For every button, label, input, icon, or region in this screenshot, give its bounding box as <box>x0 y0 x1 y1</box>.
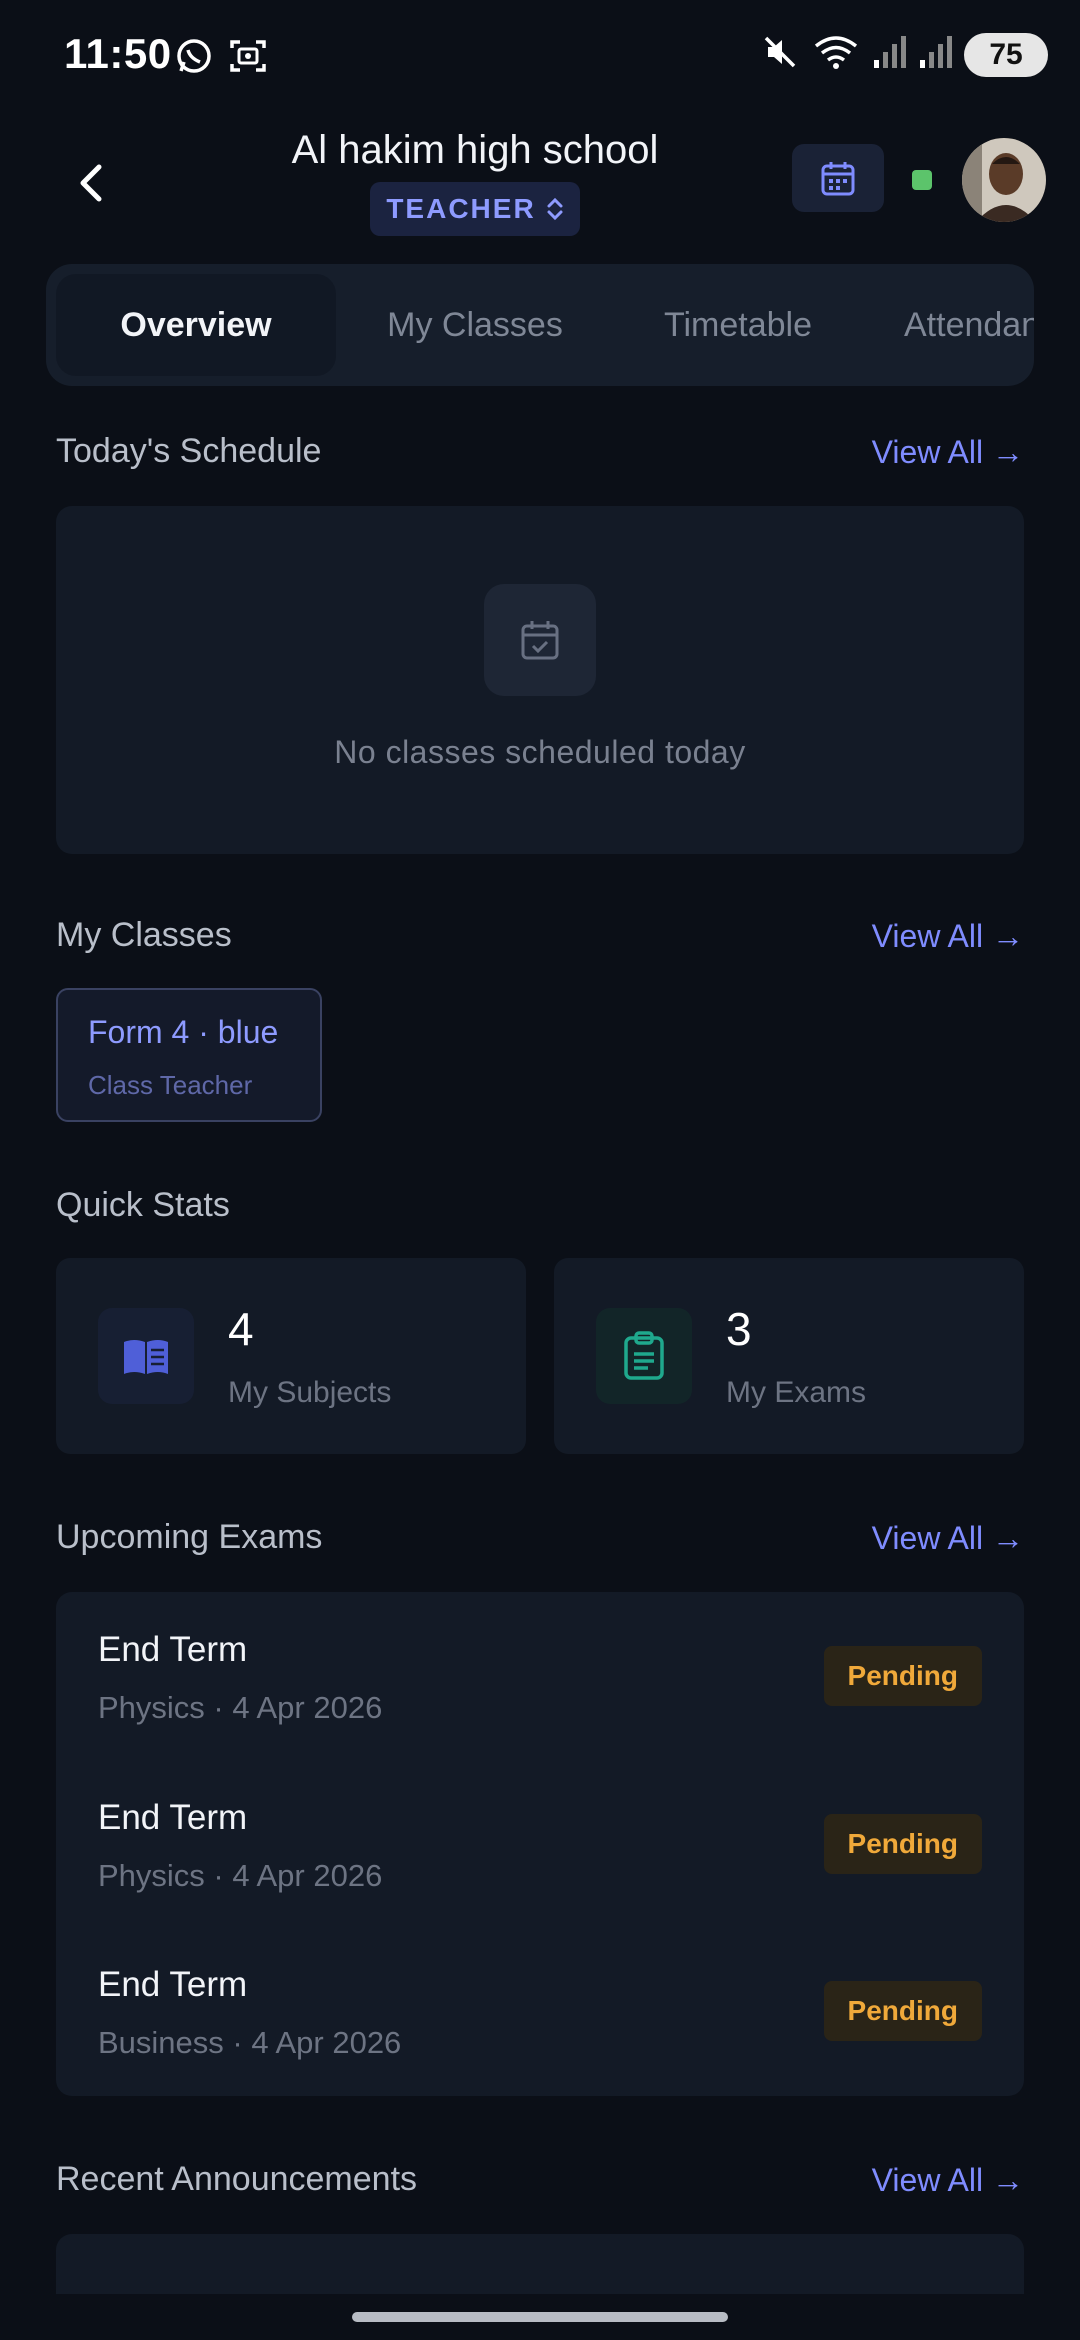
status-badge: Pending <box>823 1814 982 1874</box>
exams-label: My Exams <box>726 1376 867 1409</box>
tab-bar: Overview My Classes Timetable Attendance <box>46 264 1034 386</box>
wifi-icon <box>812 32 860 77</box>
calendar-icon <box>821 162 855 196</box>
role-switcher[interactable]: TEACHER <box>370 182 580 236</box>
status-left-icons <box>174 36 268 81</box>
classes-section-title: My Classes <box>56 916 232 954</box>
schedule-view-all-link[interactable]: View All → <box>872 434 1024 471</box>
book-icon <box>98 1308 194 1404</box>
exam-title: End Term <box>98 1965 248 2004</box>
exams-section-title: Upcoming Exams <box>56 1518 323 1556</box>
screenshot-icon <box>228 36 268 81</box>
exam-title: End Term <box>98 1630 248 1669</box>
schedule-card: No classes scheduled today <box>56 506 1024 854</box>
home-indicator[interactable] <box>352 2312 728 2322</box>
exams-view-all-link[interactable]: View All → <box>872 1520 1024 1557</box>
status-badge: Pending <box>823 1646 982 1706</box>
status-time: 11:50 <box>64 30 172 77</box>
subjects-count: 4 <box>228 1303 254 1355</box>
tab-attendance[interactable]: Attendance <box>862 274 1034 376</box>
app-header: Al hakim high school TEACHER <box>0 120 1080 250</box>
list-item[interactable]: End Term Physics · 4 Apr 2026 Pending <box>56 1602 1024 1762</box>
schedule-section-title: Today's Schedule <box>56 432 322 470</box>
avatar[interactable] <box>962 138 1046 222</box>
class-role: Class Teacher <box>88 1070 253 1100</box>
announcements-view-all-link[interactable]: View All → <box>872 2162 1024 2199</box>
chevron-up-down-icon <box>547 197 563 221</box>
announcements-section-title: Recent Announcements <box>56 2160 418 2198</box>
empty-schedule-text: No classes scheduled today <box>334 734 746 770</box>
exam-title: End Term <box>98 1798 248 1837</box>
quick-stats-title: Quick Stats <box>56 1186 230 1224</box>
tab-timetable[interactable]: Timetable <box>614 274 862 376</box>
status-right-icons: 75 <box>760 32 1048 77</box>
signal-icon <box>872 32 906 77</box>
class-card[interactable]: Form 4 · blue Class Teacher <box>56 988 322 1122</box>
list-item[interactable]: End Term Physics · 4 Apr 2026 Pending <box>56 1770 1024 1930</box>
exam-subtitle: Physics · 4 Apr 2026 <box>98 1858 383 1893</box>
online-status-indicator <box>912 170 932 190</box>
status-badge: Pending <box>823 1981 982 2041</box>
status-bar: 11:50 75 <box>0 0 1080 110</box>
exams-list: End Term Physics · 4 Apr 2026 Pending En… <box>56 1592 1024 2096</box>
calendar-check-icon <box>484 584 596 696</box>
tab-overview[interactable]: Overview <box>56 274 336 376</box>
tab-my-classes[interactable]: My Classes <box>336 274 614 376</box>
stat-card-exams[interactable]: 3 My Exams <box>554 1258 1024 1454</box>
calendar-button[interactable] <box>792 144 884 212</box>
stat-card-subjects[interactable]: 4 My Subjects <box>56 1258 526 1454</box>
mute-icon <box>760 32 800 77</box>
battery-indicator: 75 <box>964 32 1048 77</box>
role-label: TEACHER <box>386 193 536 224</box>
exam-subtitle: Business · 4 Apr 2026 <box>98 2025 402 2060</box>
exam-subtitle: Physics · 4 Apr 2026 <box>98 1690 383 1725</box>
whatsapp-icon <box>174 36 214 81</box>
announcements-card <box>56 2234 1024 2294</box>
classes-view-all-link[interactable]: View All → <box>872 918 1024 955</box>
exams-count: 3 <box>726 1303 752 1355</box>
subjects-label: My Subjects <box>228 1376 392 1409</box>
signal-icon <box>918 32 952 77</box>
avatar-photo <box>962 138 1046 222</box>
teacher-dashboard: 11:50 75 Al hakim high school TEACHER Ov… <box>0 0 1080 2340</box>
list-item[interactable]: End Term Business · 4 Apr 2026 Pending <box>56 1937 1024 2097</box>
clipboard-icon <box>596 1308 692 1404</box>
class-name: Form 4 · blue <box>88 1014 279 1050</box>
